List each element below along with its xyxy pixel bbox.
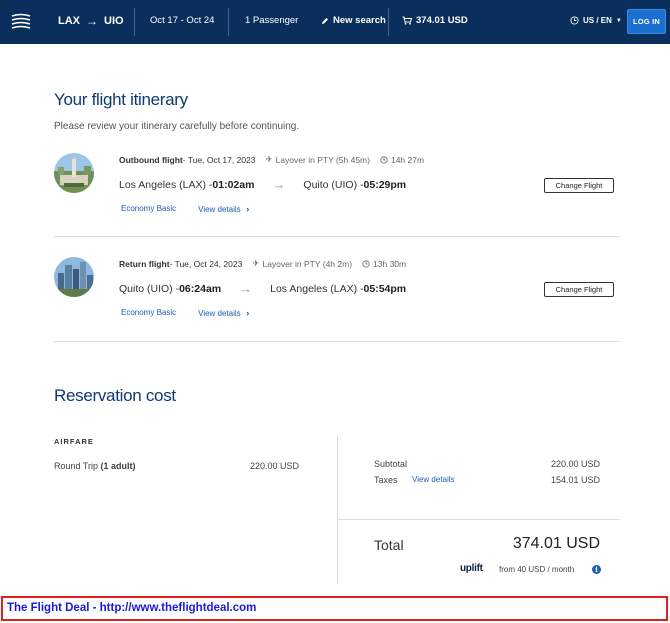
departure-city: Quito (UIO) - [119,282,180,295]
info-icon[interactable]: i [592,565,601,574]
trip-dates: Oct 17 - Oct 24 [150,15,215,26]
arrival-time: 05:54pm [363,282,407,295]
destination-code: UIO [104,15,124,27]
arrival-city: Quito (UIO) - [303,178,364,191]
flight-links: Economy Basic View details [121,204,249,214]
uplift-monthly-text: from 40 USD / month [499,565,575,574]
fare-class-link[interactable]: Economy Basic [121,204,176,214]
pencil-icon [322,17,328,24]
header-divider [134,8,135,36]
total-amount: 374.01 USD [512,535,600,552]
flight-date: - Tue, Oct 24, 2023 [169,258,243,269]
total-label: Total [374,537,404,553]
change-flight-button[interactable]: Change Flight [544,178,614,193]
origin-code: LAX [58,15,80,27]
new-search-label: New search [333,15,386,26]
duration-text: 13h 30m [373,258,407,269]
chevron-down-icon: ▼ [615,17,622,24]
duration-info: 14h 27m [380,155,424,165]
subtotal-label: Subtotal [374,459,408,469]
layover-info: ✈ Layover in PTY (4h 2m) [252,258,352,269]
taxes-view-details-link[interactable]: View details [412,475,455,484]
page-title: Your flight itinerary [54,90,188,109]
total-divider [338,519,620,520]
cost-column-divider [337,436,338,584]
locale-label: US / EN [583,16,612,25]
flight-date: - Tue, Oct 17, 2023 [182,154,256,165]
uplift-logo[interactable]: uplift [460,563,483,574]
duration-info: 13h 30m [362,259,406,269]
airline-logo-icon[interactable] [10,12,32,32]
view-details-link[interactable]: View details [198,308,249,318]
header-divider [228,8,229,36]
fare-class-link[interactable]: Economy Basic [121,308,176,318]
arrow-right-icon: → [272,177,286,192]
header-divider [388,8,389,36]
cart-total: 374.01 USD [416,15,468,26]
departure-city: Los Angeles (LAX) - [119,178,213,191]
layover-text: Layover in PTY (5h 45m) [275,154,370,165]
section-divider [54,341,620,342]
flight-header: Outbound flight - Tue, Oct 17, 2023 ✈ La… [119,154,424,165]
quito-city-image [54,257,94,297]
taxes-label: Taxes [374,475,398,485]
flight-header: Return flight - Tue, Oct 24, 2023 ✈ Layo… [119,258,406,269]
passenger-count: 1 Passenger [245,15,299,26]
trip-passengers: (1 adult) [100,461,136,471]
page-subtitle: Please review your itinerary carefully b… [54,121,300,132]
arrow-right-icon: → [239,281,253,296]
section-divider [54,236,620,237]
banner-text[interactable]: The Flight Deal - http://www.theflightde… [7,602,256,614]
departure-time: 06:24am [179,282,222,295]
departure-time: 01:02am [212,178,255,191]
subtotal-amount: 220.00 USD [550,459,600,469]
layover-text: Layover in PTY (4h 2m) [262,258,353,269]
top-bar: LAX → UIO Oct 17 - Oct 24 1 Passenger Ne… [0,0,670,44]
round-trip-amount: 220.00 USD [250,461,300,471]
login-button[interactable]: LOG IN [627,9,666,34]
locale-selector[interactable]: US / EN ▼ [570,16,622,25]
clock-icon [362,259,370,268]
taxes-amount: 154.01 USD [550,475,600,485]
flight-kind: Return flight [119,258,170,269]
plane-icon: ✈ [265,154,273,164]
flight-deal-banner: The Flight Deal - http://www.theflightde… [1,596,668,621]
flight-route: Los Angeles (LAX) - 01:02am → Quito (UIO… [119,177,406,192]
cart-summary[interactable]: 374.01 USD [402,15,468,26]
trip-route: LAX → UIO [58,14,124,28]
reservation-cost-title: Reservation cost [54,386,176,405]
arrival-time: 05:29pm [363,178,407,191]
change-flight-button[interactable]: Change Flight [544,282,614,297]
view-details-link[interactable]: View details [198,204,249,214]
round-trip-label: Round Trip (1 adult) [54,461,136,471]
clock-icon [570,16,579,25]
flight-route: Quito (UIO) - 06:24am → Los Angeles (LAX… [119,281,406,296]
los-angeles-city-image [54,153,94,193]
duration-text: 14h 27m [390,154,425,165]
new-search-button[interactable]: New search [321,15,386,26]
airfare-label: AIRFARE [54,437,94,446]
cart-icon [402,16,412,25]
flight-links: Economy Basic View details [121,308,249,318]
trip-type: Round Trip [54,461,101,471]
arrow-right-icon: → [86,14,98,28]
clock-icon [380,155,388,164]
layover-info: ✈ Layover in PTY (5h 45m) [266,154,370,165]
arrival-city: Los Angeles (LAX) - [270,282,364,295]
plane-icon: ✈ [252,258,260,268]
flight-kind: Outbound flight [119,154,183,165]
